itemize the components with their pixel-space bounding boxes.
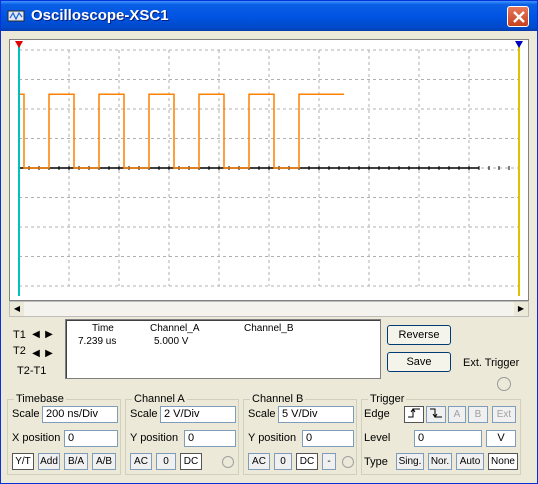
channel-a-terminal[interactable] [222,456,234,468]
x-position-label: X position [12,432,61,444]
falling-edge-button[interactable] [426,406,446,423]
trigger-group: Trigger Edge A B Ext Level 0 V Type Sing… [361,393,521,475]
trigger-auto-button[interactable]: Auto [456,453,484,470]
channel-a-dc-button[interactable]: DC [180,453,202,470]
timebase-scale-label: Scale [12,408,40,420]
t2-label: T2 [13,345,26,357]
timebase-title: Timebase [14,393,66,405]
readout-panel: T1 ◀ ▶ T2 ◀ ▶ T2-T1 Time Channel_A Chann… [9,319,529,391]
readout-channel-a-value: 5.000 V [154,336,189,347]
oscilloscope-icon [7,8,25,24]
channel-a-ypos-field[interactable]: 0 [184,430,236,447]
trigger-source-a-button[interactable]: A [448,406,466,423]
cursor-t2-marker [515,41,523,48]
trace-channel-a [19,93,344,169]
readout-header-time: Time [92,323,114,334]
channel-b-ac-button[interactable]: AC [248,453,270,470]
trigger-source-b-button[interactable]: B [468,406,488,423]
type-label: Type [364,456,388,468]
trigger-source-ext-button[interactable]: Ext [492,406,516,423]
reverse-button[interactable]: Reverse [387,325,451,345]
ext-trigger-label: Ext. Trigger [463,357,520,369]
x-position-field[interactable]: 0 [64,430,118,447]
channel-b-group: Channel B Scale 5 V/Div Y position 0 AC … [243,393,357,475]
readout-header-channel-a: Channel_A [150,323,200,334]
trigger-normal-button[interactable]: Nor. [428,453,452,470]
channel-b-zero-button[interactable]: 0 [274,453,292,470]
ext-trigger-terminal[interactable] [497,377,511,391]
channel-a-group: Channel A Scale 2 V/Div Y position 0 AC … [125,393,239,475]
edge-label: Edge [364,408,390,420]
channel-b-ypos-label: Y position [248,432,297,444]
close-button[interactable] [507,6,529,27]
t2-left-arrow-icon[interactable]: ◀ [29,347,43,360]
time-scrollbar[interactable]: ◀ ▶ [9,301,529,317]
close-icon [513,11,525,23]
t1-right-arrow-icon[interactable]: ▶ [42,328,56,341]
mode-ab-button[interactable]: A/B [92,453,116,470]
trigger-level-field[interactable]: 0 [414,430,482,447]
cursor-controls: T1 ◀ ▶ T2 ◀ ▶ T2-T1 [11,319,63,383]
channel-a-zero-button[interactable]: 0 [156,453,176,470]
trigger-none-button[interactable]: None [488,453,518,470]
channel-a-ac-button[interactable]: AC [130,453,152,470]
trigger-level-unit[interactable]: V [486,430,516,447]
mode-ba-button[interactable]: B/A [64,453,88,470]
falling-edge-icon [430,408,442,418]
timebase-scale-field[interactable]: 200 ns/Div [42,406,118,423]
channel-b-scale-label: Scale [248,408,276,420]
channel-a-scale-field[interactable]: 2 V/Div [160,406,236,423]
mode-add-button[interactable]: Add [38,453,60,470]
t2-t1-label: T2-T1 [17,365,47,377]
rising-edge-icon [408,408,420,418]
channel-a-trace [19,93,344,169]
channel-b-minus-button[interactable]: - [322,453,336,470]
cursor-t1-marker [15,41,23,48]
scope-screen [15,41,523,296]
measurement-readout: Time Channel_A Channel_B 7.239 us 5.000 … [65,319,381,379]
t2-right-arrow-icon[interactable]: ▶ [42,347,56,360]
channel-a-title: Channel A [132,393,187,405]
trigger-single-button[interactable]: Sing. [396,453,424,470]
trigger-title: Trigger [368,393,407,405]
channel-a-ypos-label: Y position [130,432,179,444]
timebase-group: Timebase Scale 200 ns/Div X position 0 Y… [7,393,121,475]
scope-display[interactable] [9,39,529,301]
channel-b-dc-button[interactable]: DC [296,453,318,470]
channel-b-title: Channel B [250,393,306,405]
scroll-right-button[interactable]: ▶ [514,302,528,316]
channel-b-terminal[interactable] [342,456,354,468]
window-title: Oscilloscope-XSC1 [31,7,169,24]
channel-b-ypos-field[interactable]: 0 [302,430,354,447]
t1-label: T1 [13,329,26,341]
scroll-left-button[interactable]: ◀ [10,302,24,316]
channel-a-scale-label: Scale [130,408,158,420]
level-label: Level [364,432,391,444]
readout-time-value: 7.239 us [78,336,117,347]
save-button[interactable]: Save [387,352,451,372]
readout-header-channel-b: Channel_B [244,323,294,334]
title-bar[interactable]: Oscilloscope-XSC1 [1,1,537,31]
oscilloscope-window: Oscilloscope-XSC1 ◀ ▶ T1 ◀ ▶ T2 ◀ ▶ T2-T… [0,0,538,484]
t1-left-arrow-icon[interactable]: ◀ [29,328,43,341]
mode-yt-button[interactable]: Y/T [12,453,34,470]
rising-edge-button[interactable] [404,406,424,423]
channel-b-scale-field[interactable]: 5 V/Div [278,406,354,423]
